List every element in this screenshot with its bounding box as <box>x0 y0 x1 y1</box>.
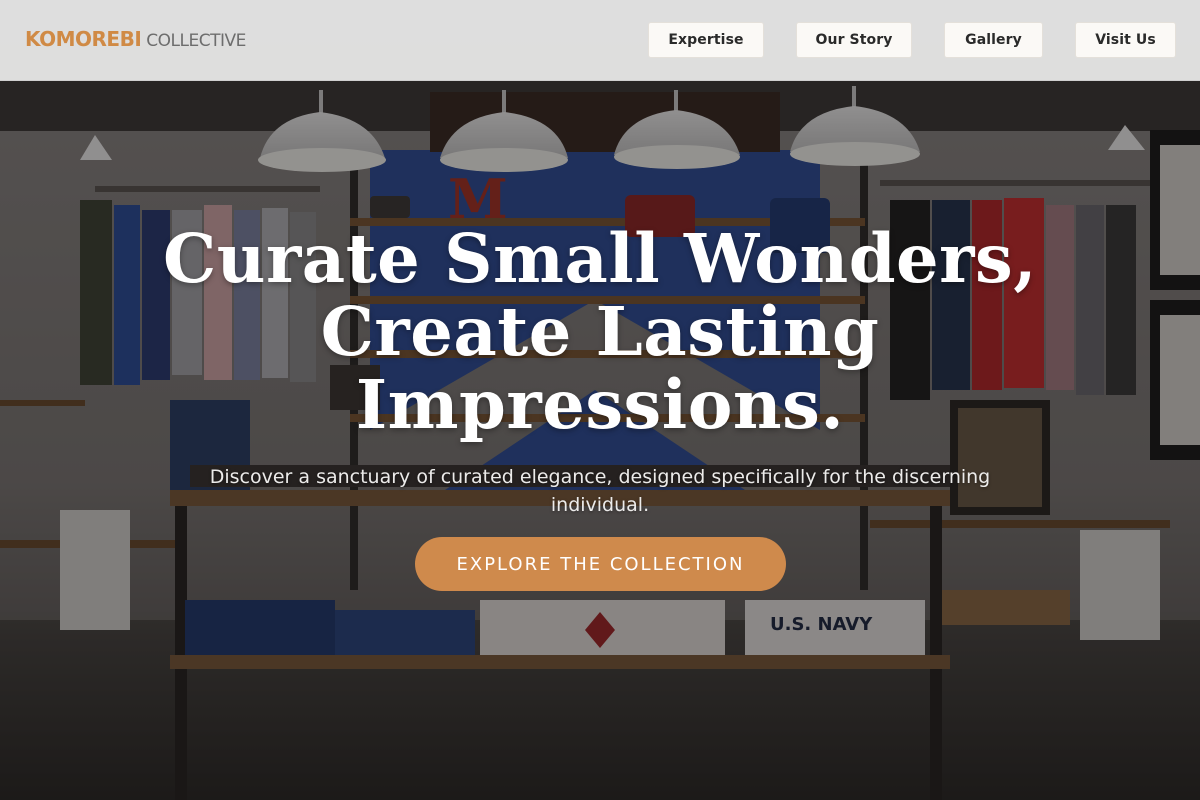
hero-subheadline: Discover a sanctuary of curated elegance… <box>209 466 991 516</box>
explore-collection-button[interactable]: EXPLORE THE COLLECTION <box>415 537 786 591</box>
hero-headline: Curate Small Wonders, Create Lasting Imp… <box>130 222 1070 441</box>
nav-expertise-button[interactable]: Expertise <box>648 22 764 58</box>
logo-suffix: COLLECTIVE <box>146 31 246 51</box>
nav-our-story-button[interactable]: Our Story <box>796 22 912 58</box>
hero-headline-line-2: Create Lasting <box>320 292 880 371</box>
site-header: KOMOREBI COLLECTIVE Expertise Our Story G… <box>0 0 1200 81</box>
hero-headline-line-1: Curate Small Wonders, <box>162 219 1038 298</box>
nav-gallery-button[interactable]: Gallery <box>944 22 1043 58</box>
logo[interactable]: KOMOREBI COLLECTIVE <box>25 27 246 51</box>
hero-headline-line-3: Impressions. <box>355 365 845 444</box>
logo-brand: KOMOREBI <box>25 27 142 51</box>
nav-visit-us-button[interactable]: Visit Us <box>1075 22 1176 58</box>
